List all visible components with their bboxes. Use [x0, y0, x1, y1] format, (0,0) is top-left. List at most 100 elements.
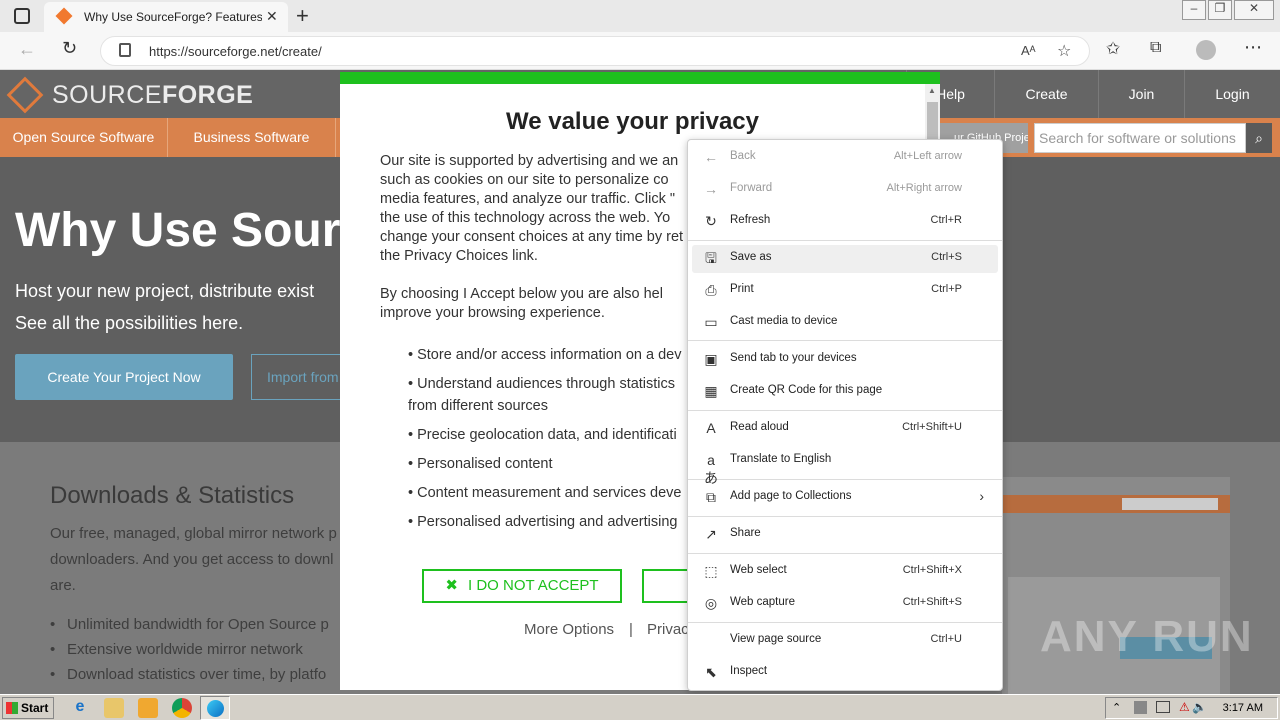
- profile-avatar[interactable]: [1196, 40, 1216, 60]
- nav-join[interactable]: Join: [1098, 70, 1184, 118]
- tab-strip: Why Use SourceForge? Features a ✕ + – ❐ …: [0, 0, 1280, 32]
- menu-separator: [688, 479, 1002, 480]
- hero-title: Why Use Sourc: [15, 204, 368, 257]
- url-text: https://sourceforge.net/create/: [149, 44, 322, 59]
- menu-separator: [688, 410, 1002, 411]
- file-explorer-icon[interactable]: [104, 698, 124, 718]
- new-tab-icon[interactable]: +: [296, 3, 309, 29]
- menu-item-label: Forward: [730, 182, 773, 194]
- close-tab-icon[interactable]: ✕: [266, 8, 278, 25]
- menu-item-share[interactable]: ↗ Share: [692, 521, 998, 549]
- start-button[interactable]: Start: [2, 697, 54, 719]
- purpose-item: • Understand audiences through statistic…: [408, 376, 676, 392]
- logo-text-bold: FORGE: [161, 81, 254, 109]
- tab-title: Why Use SourceForge? Features a: [84, 10, 262, 24]
- menu-item-shortcut: Alt+Left arrow: [893, 150, 962, 162]
- warning-icon[interactable]: ⚠: [1179, 700, 1190, 714]
- menu-item-shortcut: Ctrl+Shift+U: [902, 421, 962, 433]
- menu-item-label: Send tab to your devices: [730, 352, 857, 364]
- media-player-icon[interactable]: [138, 698, 158, 718]
- close-window-button[interactable]: ✕: [1234, 0, 1274, 20]
- monitor-icon[interactable]: [1156, 701, 1170, 713]
- back-arrow-icon: ←: [704, 149, 718, 165]
- menu-item-back: ← Back Alt+Left arrow: [692, 144, 998, 172]
- menu-item-create-qr-code-for-this-page[interactable]: ▦ Create QR Code for this page: [692, 378, 998, 406]
- menu-item-inspect[interactable]: ⬉ Inspect: [692, 659, 998, 687]
- logo-text-light: SOURCE: [52, 81, 162, 109]
- refresh-icon: ↻: [705, 213, 717, 229]
- nav-open-source-software[interactable]: Open Source Software: [0, 118, 168, 157]
- add-favorite-icon[interactable]: ☆: [1057, 41, 1071, 61]
- browser-tab[interactable]: Why Use SourceForge? Features a ✕: [44, 2, 288, 32]
- back-icon[interactable]: ←: [18, 39, 36, 60]
- scrollbar-thumb[interactable]: [927, 102, 938, 142]
- site-search-input[interactable]: Search for software or solutions: [1034, 123, 1246, 153]
- internet-explorer-icon[interactable]: e: [70, 698, 90, 718]
- menu-item-shortcut: Ctrl+S: [931, 251, 962, 263]
- consent-text-line: such as cookies on our site to personali…: [380, 172, 669, 188]
- restore-window-button[interactable]: ❐: [1208, 0, 1232, 20]
- more-options-link[interactable]: More Options: [524, 621, 614, 638]
- settings-more-icon[interactable]: ⋯: [1244, 37, 1262, 58]
- menu-item-read-aloud[interactable]: A Read aloud Ctrl+Shift+U: [692, 415, 998, 443]
- menu-item-label: Share: [730, 527, 761, 539]
- menu-item-label: Add page to Collections: [730, 490, 852, 502]
- menu-item-send-tab-to-your-devices[interactable]: ▣ Send tab to your devices: [692, 346, 998, 374]
- consent-text-line: Our site is supported by advertising and…: [380, 153, 679, 169]
- menu-separator: [688, 516, 1002, 517]
- sourceforge-logo-icon[interactable]: [6, 76, 44, 114]
- menu-item-web-capture[interactable]: ◎ Web capture Ctrl+Shift+S: [692, 590, 998, 618]
- menu-item-refresh[interactable]: ↻ Refresh Ctrl+R: [692, 208, 998, 236]
- share-icon: ↗: [705, 526, 717, 542]
- hero-text-line1: Host your new project, distribute exist: [15, 281, 315, 301]
- collections-icon[interactable]: ⧉: [1150, 39, 1161, 57]
- menu-item-print[interactable]: ⎙ Print Ctrl+P: [692, 277, 998, 305]
- refresh-icon[interactable]: ↻: [62, 38, 77, 59]
- favorites-icon[interactable]: ✩: [1106, 39, 1120, 59]
- menu-item-web-select[interactable]: ⬚ Web select Ctrl+Shift+X: [692, 558, 998, 586]
- menu-item-view-page-source[interactable]: View page source Ctrl+U: [692, 627, 998, 655]
- menu-separator: [688, 553, 1002, 554]
- site-logo[interactable]: SOURCEFORGE: [52, 81, 253, 110]
- do-not-accept-button[interactable]: ✖ I DO NOT ACCEPT: [422, 569, 622, 603]
- chrome-icon[interactable]: [172, 698, 192, 718]
- menu-item-cast-media-to-device[interactable]: ▭ Cast media to device: [692, 309, 998, 337]
- chevron-right-icon: ›: [979, 488, 984, 504]
- minimize-window-button[interactable]: –: [1182, 0, 1206, 20]
- nav-business-software[interactable]: Business Software: [168, 118, 336, 157]
- preview-search-box: [1122, 498, 1218, 510]
- purpose-item: • Precise geolocation data, and identifi…: [408, 427, 677, 443]
- privacy-link[interactable]: Privac: [647, 621, 689, 638]
- menu-item-shortcut: Ctrl+R: [930, 214, 962, 226]
- read-aloud-icon[interactable]: Aᴬ: [1021, 43, 1036, 58]
- menu-item-label: Print: [730, 283, 754, 295]
- nav-create[interactable]: Create: [994, 70, 1098, 118]
- collections-icon: ⧉: [706, 489, 716, 505]
- menu-separator: [688, 340, 1002, 341]
- read-aloud-icon: A: [706, 420, 716, 436]
- web-capture-icon: ◎: [704, 595, 718, 611]
- url-input[interactable]: https://sourceforge.net/create/ Aᴬ ☆: [100, 36, 1090, 66]
- dialog-title: We value your privacy: [505, 108, 759, 135]
- bullet-dot: •: [50, 641, 56, 658]
- bullet-dot: •: [50, 666, 56, 683]
- edge-taskbar-button[interactable]: [200, 696, 230, 720]
- scroll-up-arrow-icon[interactable]: ▲: [928, 86, 936, 95]
- windows-logo-icon: [6, 702, 18, 714]
- tab-actions-icon[interactable]: [14, 8, 30, 24]
- menu-item-translate-to-english[interactable]: aあ Translate to English: [692, 447, 998, 486]
- menu-item-label: Refresh: [730, 214, 771, 226]
- menu-item-add-page-to-collections[interactable]: ⧉ Add page to Collections ›: [692, 484, 998, 512]
- volume-icon[interactable]: 🔈: [1192, 700, 1207, 714]
- menu-item-save-as[interactable]: 🖫 Save as Ctrl+S: [692, 245, 998, 273]
- browser-context-menu: ← Back Alt+Left arrow → Forward Alt+Right arr…: [687, 139, 1003, 691]
- search-icon[interactable]: ⌕: [1246, 123, 1272, 153]
- tray-expand-icon[interactable]: ⌃: [1112, 701, 1121, 714]
- purpose-item: from different sources: [408, 398, 548, 414]
- create-project-button[interactable]: Create Your Project Now: [15, 354, 233, 400]
- purpose-item: • Personalised advertising and advertisi…: [408, 514, 678, 530]
- menu-item-label: Create QR Code for this page: [730, 384, 883, 396]
- lock-icon[interactable]: [119, 43, 131, 57]
- network-icon[interactable]: [1134, 701, 1147, 714]
- nav-login[interactable]: Login: [1184, 70, 1280, 118]
